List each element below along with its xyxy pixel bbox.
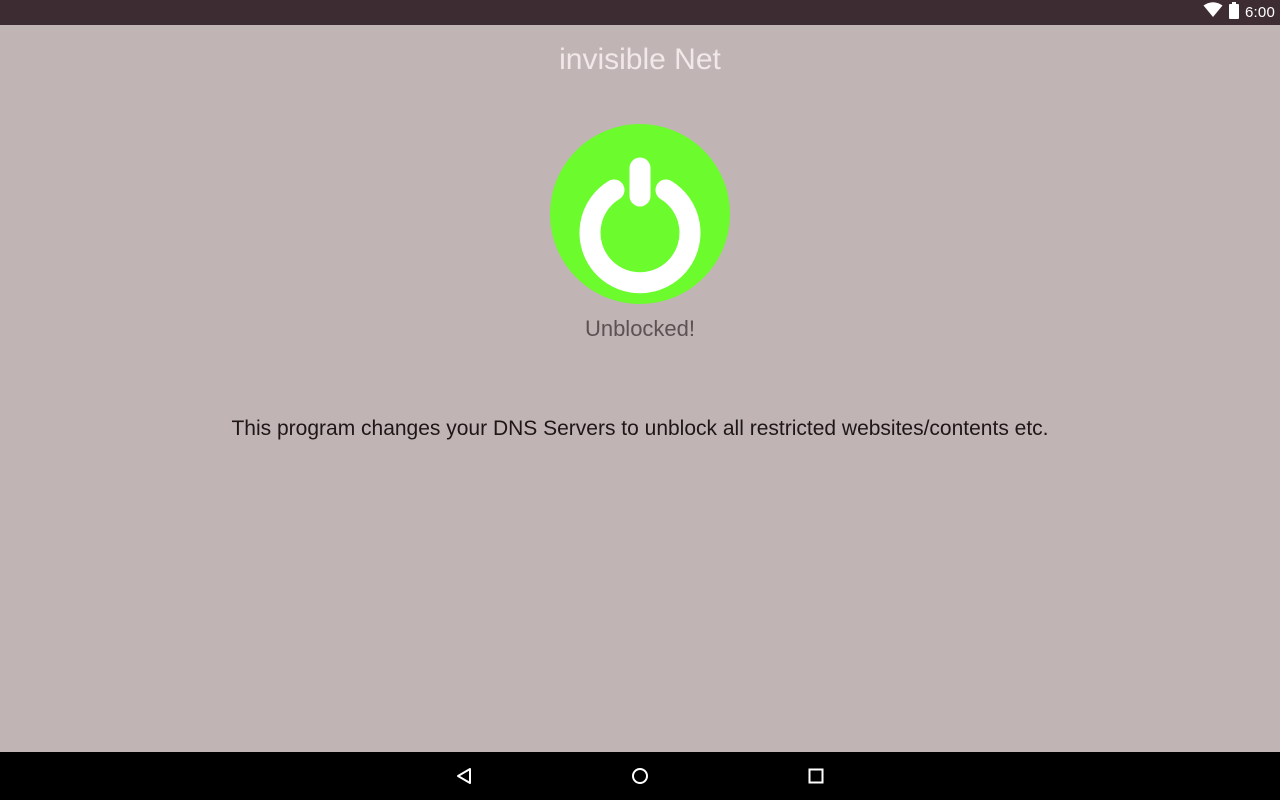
recents-button[interactable] xyxy=(786,752,846,800)
connection-status-label: Unblocked! xyxy=(584,316,696,341)
app-screen: 6:00 invisible Net Unblocked! This progr… xyxy=(0,0,1280,800)
status-bar: 6:00 xyxy=(0,0,1280,25)
power-icon xyxy=(579,157,701,294)
recents-icon xyxy=(808,768,824,784)
back-icon xyxy=(457,768,471,784)
back-button[interactable] xyxy=(434,752,494,800)
navigation-bar xyxy=(0,752,1280,800)
wifi-icon xyxy=(1203,2,1223,23)
battery-icon xyxy=(1229,1,1239,24)
power-toggle-button[interactable] xyxy=(550,124,730,304)
status-icons: 6:00 xyxy=(1203,0,1275,25)
status-time: 6:00 xyxy=(1245,4,1275,21)
description-text: This program changes your DNS Servers to… xyxy=(231,417,1049,440)
app-title: invisible Net xyxy=(559,43,721,76)
home-icon xyxy=(632,768,648,784)
home-button[interactable] xyxy=(610,752,670,800)
